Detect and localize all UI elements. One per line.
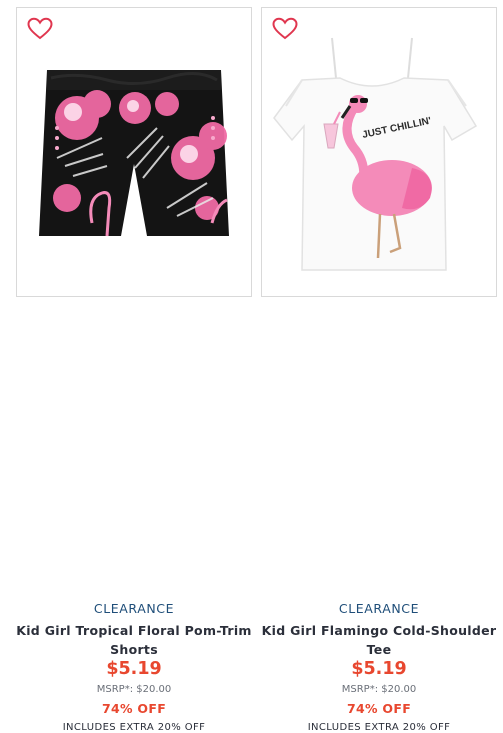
promo-note: INCLUDES EXTRA 20% OFF <box>62 722 206 733</box>
clearance-badge: CLEARANCE <box>338 601 420 616</box>
msrp-price: MSRP*: $20.00 <box>341 684 417 695</box>
promo-note: INCLUDES EXTRA 20% OFF <box>307 722 451 733</box>
product-image-flamingo-tee[interactable]: JUST CHILLIN' <box>262 8 496 296</box>
product-card[interactable]: CLEARANCE Kid Girl Tropical Floral Pom-T… <box>16 7 252 733</box>
product-name-link[interactable]: Kid Girl Flamingo Cold-Shoulder Tee <box>249 621 503 659</box>
product-card[interactable]: JUST CHILLIN' CLEARANCE Kid Girl Flaming… <box>261 7 497 733</box>
product-image-frame[interactable]: JUST CHILLIN' <box>261 7 497 297</box>
msrp-price: MSRP*: $20.00 <box>96 684 172 695</box>
product-name-link[interactable]: Kid Girl Tropical Floral Pom-Trim Shorts <box>4 621 264 659</box>
clearance-badge: CLEARANCE <box>93 601 175 616</box>
discount-percent: 74% OFF <box>346 701 412 716</box>
product-image-floral-shorts[interactable] <box>17 8 251 296</box>
favorite-heart-icon[interactable] <box>272 17 298 41</box>
favorite-heart-icon[interactable] <box>27 17 53 41</box>
product-grid: CLEARANCE Kid Girl Tropical Floral Pom-T… <box>0 0 503 733</box>
discount-percent: 74% OFF <box>101 701 167 716</box>
sale-price: $5.19 <box>351 659 407 679</box>
sale-price: $5.19 <box>106 659 162 679</box>
product-image-frame[interactable] <box>16 7 252 297</box>
